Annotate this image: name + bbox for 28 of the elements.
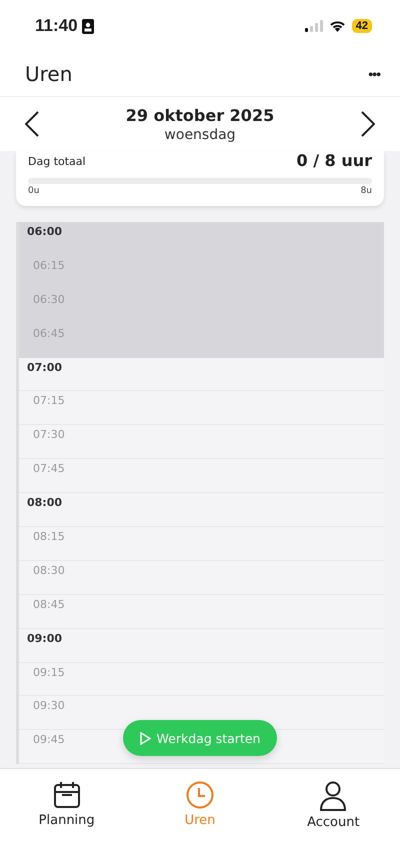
page-title: Uren: [25, 62, 72, 86]
time-slot[interactable]: 07:00: [19, 358, 384, 392]
tab-bar-item[interactable]: Account: [266, 769, 400, 866]
play-icon: [140, 732, 151, 744]
more-menu-button[interactable]: •••: [368, 66, 380, 82]
time-slot[interactable]: 06:15: [19, 256, 384, 290]
tab-bar-item[interactable]: Planning: [0, 769, 134, 866]
day-total-value: 0 / 8 uur: [296, 151, 372, 170]
person-icon: [319, 781, 348, 811]
time-slot[interactable]: 06:00: [19, 222, 384, 256]
tab-bar-item[interactable]: Uren: [133, 769, 267, 866]
clock-time: 11:40: [35, 16, 78, 36]
signal-icon: [304, 20, 323, 32]
day-total-label: Dag totaal: [28, 155, 86, 168]
time-slot[interactable]: 09:15: [19, 662, 384, 696]
battery-level: 42: [352, 19, 372, 33]
time-slot[interactable]: 06:45: [19, 324, 384, 358]
start-workday-button[interactable]: Werkdag starten: [123, 720, 277, 756]
wifi-icon: [328, 20, 346, 32]
time-slot[interactable]: 09:00: [19, 628, 384, 663]
id-card-icon: [82, 18, 94, 34]
weekday-label: woensdag: [164, 126, 236, 142]
calendar-icon: [52, 781, 81, 809]
date-title: 29 oktober 2025: [126, 106, 274, 124]
time-slot[interactable]: 06:30: [19, 290, 384, 324]
min-label: 0u: [28, 186, 40, 196]
clock-icon: [186, 781, 214, 809]
max-label: 8u: [360, 186, 372, 196]
